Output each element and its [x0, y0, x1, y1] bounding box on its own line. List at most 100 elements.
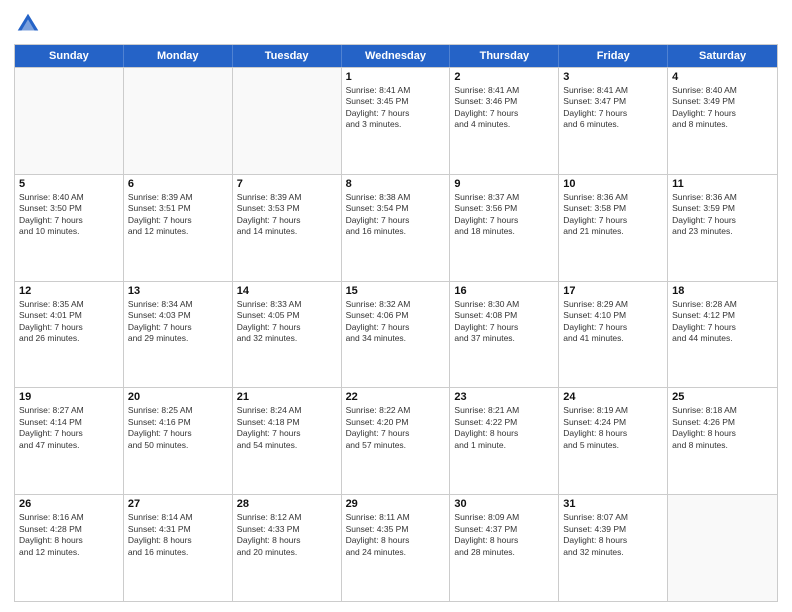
day-info: Sunrise: 8:07 AM Sunset: 4:39 PM Dayligh…: [563, 512, 663, 558]
day-cell-10: 10 Sunrise: 8:36 AM Sunset: 3:58 PM Dayli…: [559, 175, 668, 281]
day-cell-23: 23 Sunrise: 8:21 AM Sunset: 4:22 PM Dayli…: [450, 388, 559, 494]
day-info: Sunrise: 8:34 AM Sunset: 4:03 PM Dayligh…: [128, 299, 228, 345]
day-info: Sunrise: 8:29 AM Sunset: 4:10 PM Dayligh…: [563, 299, 663, 345]
weekday-header-sunday: Sunday: [15, 45, 124, 67]
day-cell-13: 13 Sunrise: 8:34 AM Sunset: 4:03 PM Dayli…: [124, 282, 233, 388]
day-number: 13: [128, 285, 228, 297]
day-number: 8: [346, 178, 446, 190]
day-info: Sunrise: 8:36 AM Sunset: 3:58 PM Dayligh…: [563, 192, 663, 238]
day-number: 28: [237, 498, 337, 510]
day-cell-28: 28Sunrise: 8:12 AM Sunset: 4:33 PM Dayli…: [233, 495, 342, 601]
calendar-row-2: 12 Sunrise: 8:35 AM Sunset: 4:01 PM Dayli…: [15, 281, 777, 388]
day-cell-22: 22 Sunrise: 8:22 AM Sunset: 4:20 PM Dayli…: [342, 388, 451, 494]
day-cell-4: 4 Sunrise: 8:40 AM Sunset: 3:49 PM Daylig…: [668, 68, 777, 174]
weekday-header-saturday: Saturday: [668, 45, 777, 67]
day-info: Sunrise: 8:36 AM Sunset: 3:59 PM Dayligh…: [672, 192, 773, 238]
day-number: 18: [672, 285, 773, 297]
day-number: 12: [19, 285, 119, 297]
day-number: 24: [563, 391, 663, 403]
page-container: SundayMondayTuesdayWednesdayThursdayFrid…: [0, 0, 792, 612]
day-number: 10: [563, 178, 663, 190]
empty-cell-0-2: [233, 68, 342, 174]
day-info: Sunrise: 8:18 AM Sunset: 4:26 PM Dayligh…: [672, 405, 773, 451]
calendar-row-0: 1Sunrise: 8:41 AM Sunset: 3:45 PM Daylig…: [15, 67, 777, 174]
day-info: Sunrise: 8:41 AM Sunset: 3:47 PM Dayligh…: [563, 85, 663, 131]
day-cell-24: 24 Sunrise: 8:19 AM Sunset: 4:24 PM Dayli…: [559, 388, 668, 494]
day-cell-30: 30 Sunrise: 8:09 AM Sunset: 4:37 PM Dayli…: [450, 495, 559, 601]
day-cell-3: 3 Sunrise: 8:41 AM Sunset: 3:47 PM Daylig…: [559, 68, 668, 174]
day-number: 5: [19, 178, 119, 190]
day-cell-9: 9Sunrise: 8:37 AM Sunset: 3:56 PM Daylig…: [450, 175, 559, 281]
day-info: Sunrise: 8:35 AM Sunset: 4:01 PM Dayligh…: [19, 299, 119, 345]
day-cell-5: 5 Sunrise: 8:40 AM Sunset: 3:50 PM Daylig…: [15, 175, 124, 281]
day-info: Sunrise: 8:27 AM Sunset: 4:14 PM Dayligh…: [19, 405, 119, 451]
day-cell-2: 2 Sunrise: 8:41 AM Sunset: 3:46 PM Daylig…: [450, 68, 559, 174]
day-cell-29: 29Sunrise: 8:11 AM Sunset: 4:35 PM Dayli…: [342, 495, 451, 601]
day-cell-27: 27Sunrise: 8:14 AM Sunset: 4:31 PM Dayli…: [124, 495, 233, 601]
day-info: Sunrise: 8:41 AM Sunset: 3:45 PM Dayligh…: [346, 85, 446, 131]
calendar-body: 1Sunrise: 8:41 AM Sunset: 3:45 PM Daylig…: [15, 67, 777, 601]
day-cell-18: 18 Sunrise: 8:28 AM Sunset: 4:12 PM Dayli…: [668, 282, 777, 388]
day-info: Sunrise: 8:39 AM Sunset: 3:51 PM Dayligh…: [128, 192, 228, 238]
calendar-row-4: 26 Sunrise: 8:16 AM Sunset: 4:28 PM Dayli…: [15, 494, 777, 601]
day-cell-8: 8 Sunrise: 8:38 AM Sunset: 3:54 PM Daylig…: [342, 175, 451, 281]
day-cell-26: 26 Sunrise: 8:16 AM Sunset: 4:28 PM Dayli…: [15, 495, 124, 601]
day-number: 11: [672, 178, 773, 190]
day-info: Sunrise: 8:40 AM Sunset: 3:49 PM Dayligh…: [672, 85, 773, 131]
day-cell-7: 7 Sunrise: 8:39 AM Sunset: 3:53 PM Daylig…: [233, 175, 342, 281]
day-number: 23: [454, 391, 554, 403]
empty-cell-0-0: [15, 68, 124, 174]
day-cell-25: 25 Sunrise: 8:18 AM Sunset: 4:26 PM Dayli…: [668, 388, 777, 494]
day-cell-15: 15Sunrise: 8:32 AM Sunset: 4:06 PM Dayli…: [342, 282, 451, 388]
day-info: Sunrise: 8:09 AM Sunset: 4:37 PM Dayligh…: [454, 512, 554, 558]
weekday-header-monday: Monday: [124, 45, 233, 67]
day-cell-1: 1Sunrise: 8:41 AM Sunset: 3:45 PM Daylig…: [342, 68, 451, 174]
day-info: Sunrise: 8:38 AM Sunset: 3:54 PM Dayligh…: [346, 192, 446, 238]
day-number: 19: [19, 391, 119, 403]
day-cell-21: 21 Sunrise: 8:24 AM Sunset: 4:18 PM Dayli…: [233, 388, 342, 494]
logo-icon: [14, 10, 42, 38]
day-number: 26: [19, 498, 119, 510]
day-info: Sunrise: 8:24 AM Sunset: 4:18 PM Dayligh…: [237, 405, 337, 451]
day-number: 29: [346, 498, 446, 510]
weekday-header-friday: Friday: [559, 45, 668, 67]
day-info: Sunrise: 8:32 AM Sunset: 4:06 PM Dayligh…: [346, 299, 446, 345]
day-info: Sunrise: 8:30 AM Sunset: 4:08 PM Dayligh…: [454, 299, 554, 345]
day-cell-31: 31Sunrise: 8:07 AM Sunset: 4:39 PM Dayli…: [559, 495, 668, 601]
day-number: 16: [454, 285, 554, 297]
day-info: Sunrise: 8:41 AM Sunset: 3:46 PM Dayligh…: [454, 85, 554, 131]
day-number: 22: [346, 391, 446, 403]
day-number: 7: [237, 178, 337, 190]
day-number: 14: [237, 285, 337, 297]
day-info: Sunrise: 8:39 AM Sunset: 3:53 PM Dayligh…: [237, 192, 337, 238]
day-number: 17: [563, 285, 663, 297]
calendar-row-3: 19 Sunrise: 8:27 AM Sunset: 4:14 PM Dayli…: [15, 387, 777, 494]
empty-cell-4-6: [668, 495, 777, 601]
day-cell-11: 11 Sunrise: 8:36 AM Sunset: 3:59 PM Dayli…: [668, 175, 777, 281]
day-info: Sunrise: 8:19 AM Sunset: 4:24 PM Dayligh…: [563, 405, 663, 451]
day-info: Sunrise: 8:22 AM Sunset: 4:20 PM Dayligh…: [346, 405, 446, 451]
day-info: Sunrise: 8:33 AM Sunset: 4:05 PM Dayligh…: [237, 299, 337, 345]
day-info: Sunrise: 8:40 AM Sunset: 3:50 PM Dayligh…: [19, 192, 119, 238]
day-info: Sunrise: 8:21 AM Sunset: 4:22 PM Dayligh…: [454, 405, 554, 451]
day-number: 21: [237, 391, 337, 403]
day-cell-16: 16 Sunrise: 8:30 AM Sunset: 4:08 PM Dayli…: [450, 282, 559, 388]
day-number: 2: [454, 71, 554, 83]
day-info: Sunrise: 8:28 AM Sunset: 4:12 PM Dayligh…: [672, 299, 773, 345]
day-info: Sunrise: 8:25 AM Sunset: 4:16 PM Dayligh…: [128, 405, 228, 451]
day-number: 4: [672, 71, 773, 83]
calendar: SundayMondayTuesdayWednesdayThursdayFrid…: [14, 44, 778, 602]
day-cell-14: 14 Sunrise: 8:33 AM Sunset: 4:05 PM Dayli…: [233, 282, 342, 388]
day-number: 30: [454, 498, 554, 510]
calendar-header: SundayMondayTuesdayWednesdayThursdayFrid…: [15, 45, 777, 67]
empty-cell-0-1: [124, 68, 233, 174]
header: [14, 10, 778, 38]
day-number: 25: [672, 391, 773, 403]
day-info: Sunrise: 8:16 AM Sunset: 4:28 PM Dayligh…: [19, 512, 119, 558]
weekday-header-thursday: Thursday: [450, 45, 559, 67]
day-number: 27: [128, 498, 228, 510]
day-cell-20: 20Sunrise: 8:25 AM Sunset: 4:16 PM Dayli…: [124, 388, 233, 494]
day-number: 3: [563, 71, 663, 83]
logo: [14, 10, 46, 38]
day-cell-12: 12 Sunrise: 8:35 AM Sunset: 4:01 PM Dayli…: [15, 282, 124, 388]
